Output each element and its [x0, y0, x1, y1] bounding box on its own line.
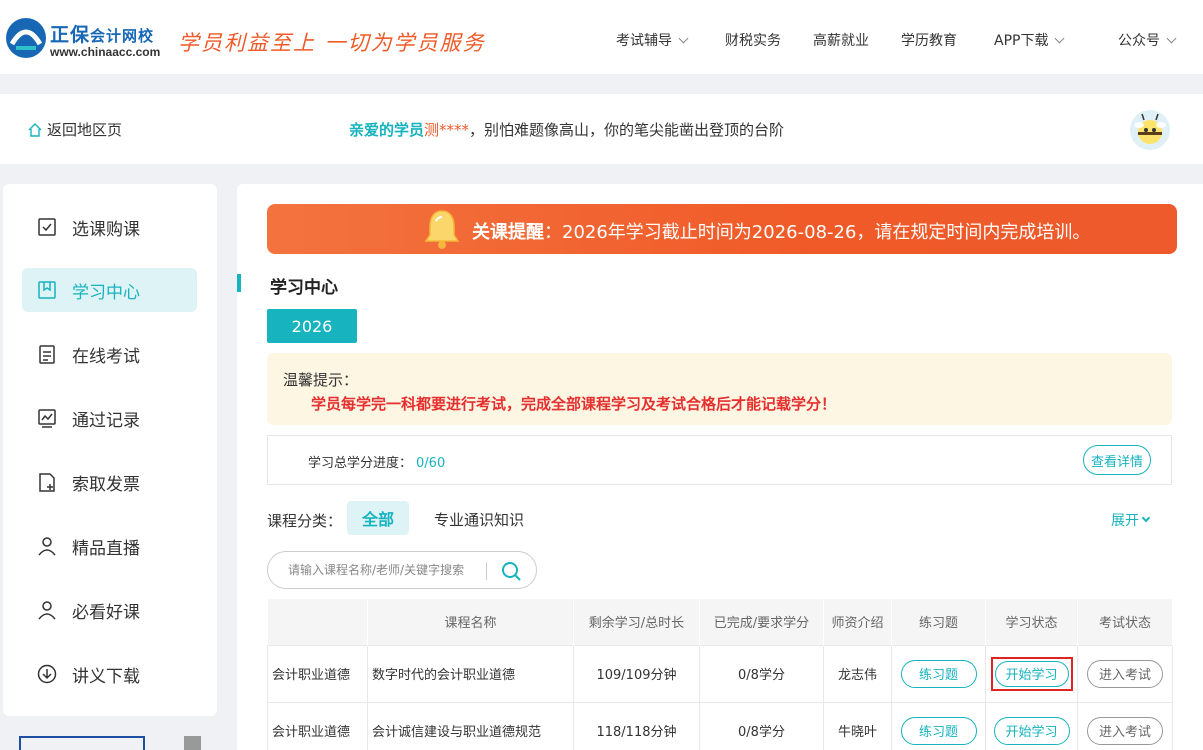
sidebar-item-course-purchase[interactable]: 选课购课	[22, 205, 197, 249]
practice-button[interactable]: 练习题	[900, 716, 977, 745]
home-icon	[28, 122, 42, 137]
avatar[interactable]	[1130, 110, 1170, 150]
close-icon[interactable]	[184, 736, 201, 750]
course-time: 118/118分钟	[573, 701, 700, 750]
sidebar-item-pass-records[interactable]: 通过记录	[22, 396, 197, 440]
greeting-message: 亲爱的学员测****，别怕难题像高山，你的笔尖能凿出登顶的台阶	[349, 121, 785, 139]
sidebar-item-live-classes[interactable]: 精品直播	[22, 524, 197, 568]
sidebar-item-handout-download[interactable]: 讲义下载	[22, 652, 197, 696]
bookmark-icon	[38, 281, 56, 299]
start-learning-button[interactable]: 开始学习	[993, 716, 1070, 745]
course-table: 课程名称 剩余学习/总时长 已完成/要求学分 师资介绍 练习题 学习状态 考试状…	[267, 599, 1173, 750]
chevron-down-icon	[678, 33, 689, 44]
course-teacher[interactable]: 龙志伟	[823, 644, 892, 703]
table-row: 会计职业道德 会计诚信建设与职业道德规范 118/118分钟 0/8学分 牛晓叶…	[267, 701, 1173, 750]
logo-icon[interactable]	[4, 16, 48, 60]
table-row: 会计职业道德 数字时代的会计职业道德 109/109分钟 0/8学分 龙志伟 练…	[267, 644, 1173, 703]
highlight-box: 开始学习	[990, 656, 1073, 691]
view-details-button[interactable]: 查看详情	[1083, 445, 1151, 475]
category-general-knowledge-filter[interactable]: 专业通识知识	[434, 509, 524, 530]
course-credits: 0/8学分	[699, 701, 824, 750]
enter-exam-button[interactable]: 进入考试	[1087, 716, 1163, 745]
enter-exam-button[interactable]: 进入考试	[1087, 659, 1163, 688]
logo-name[interactable]: 正保会计网校	[50, 20, 154, 47]
category-all-filter[interactable]: 全部	[347, 501, 409, 535]
checklist-icon	[38, 218, 56, 236]
greeting-bar: 返回地区页 亲爱的学员测****，别怕难题像高山，你的笔尖能凿出登顶的台阶	[0, 94, 1203, 164]
expand-categories-button[interactable]: 展开	[1111, 510, 1151, 530]
course-credits: 0/8学分	[699, 644, 824, 703]
progress-value: 0/60	[416, 456, 446, 471]
start-learning-button[interactable]: 开始学习	[994, 660, 1069, 687]
tab-year-2026[interactable]: 2026	[267, 309, 357, 343]
sidebar-item-request-invoice[interactable]: 索取发票	[22, 460, 197, 504]
user-icon	[38, 537, 56, 556]
course-name: 数字时代的会计职业道德	[367, 644, 574, 703]
chevron-down-icon	[1055, 33, 1065, 44]
sidebar-item-must-watch-courses[interactable]: 必看好课	[22, 588, 197, 632]
nav-degree-education[interactable]: 学历教育	[901, 30, 957, 50]
course-time: 109/109分钟	[573, 644, 700, 703]
nav-exam-tutoring[interactable]: 考试辅导	[616, 30, 689, 50]
practice-button[interactable]: 练习题	[900, 659, 977, 688]
course-teacher[interactable]: 牛晓叶	[823, 701, 892, 750]
warm-tip-box: 温馨提示： 学员每学完一科都要进行考试，完成全部课程学习及考试合格后才能记载学分…	[267, 353, 1172, 425]
sidebar-item-learning-center[interactable]: 学习中心	[22, 268, 197, 312]
course-name: 会计诚信建设与职业道德规范	[367, 701, 574, 750]
main-panel: 关课提醒：2026年学习截止时间为2026-08-26，请在规定时间内完成培训。…	[237, 184, 1203, 750]
sidebar-item-online-exam[interactable]: 在线考试	[22, 332, 197, 376]
section-marker	[237, 274, 241, 292]
logo-url: www.chinaacc.com	[50, 45, 161, 59]
sidebar: 选课购课 学习中心 在线考试 通过记录 索取发票 精品直播 必看好课 讲义下载	[3, 184, 217, 716]
section-title: 学习中心	[270, 278, 338, 298]
slogan: 学员利益至上 一切为学员服务	[178, 31, 486, 55]
course-category: 会计职业道德	[267, 701, 368, 750]
back-to-region-link[interactable]: 返回地区页	[27, 119, 122, 140]
search-icon[interactable]	[499, 559, 523, 583]
search-input[interactable]	[288, 560, 478, 580]
user-icon	[38, 601, 56, 620]
bell-icon	[424, 210, 460, 249]
nav-high-salary-jobs[interactable]: 高薪就业	[813, 30, 869, 50]
nav-tax-practice[interactable]: 财税实务	[725, 30, 781, 50]
nav-app-download[interactable]: APP下载	[994, 30, 1065, 50]
document-icon	[39, 345, 55, 364]
top-header: 正保会计网校 www.chinaacc.com 学员利益至上 一切为学员服务 考…	[0, 0, 1203, 74]
category-label: 课程分类：	[267, 512, 343, 530]
chevron-down-icon	[1141, 513, 1151, 523]
download-icon	[37, 664, 57, 684]
invoice-icon	[39, 473, 55, 492]
table-header-row: 课程名称 剩余学习/总时长 已完成/要求学分 师资介绍 练习题 学习状态 考试状…	[267, 599, 1173, 645]
course-search-box	[267, 551, 537, 589]
credit-progress-box: 学习总学分进度： 0/60 查看详情	[267, 435, 1172, 485]
course-close-reminder-banner: 关课提醒：2026年学习截止时间为2026-08-26，请在规定时间内完成培训。	[267, 204, 1177, 254]
chevron-down-icon	[1166, 33, 1177, 44]
bee-avatar-icon	[1130, 110, 1170, 150]
nav-official-account[interactable]: 公众号	[1118, 30, 1177, 50]
chart-icon	[38, 409, 56, 428]
promo-card[interactable]	[19, 736, 145, 750]
course-category: 会计职业道德	[267, 644, 368, 703]
